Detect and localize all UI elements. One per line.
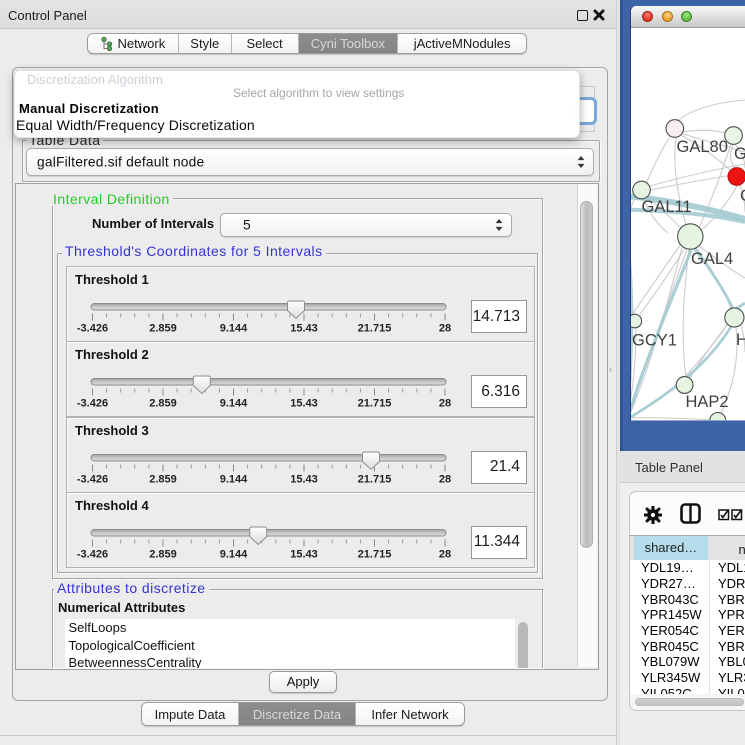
svg-text:2.859: 2.859 <box>149 323 177 335</box>
svg-text:21.715: 21.715 <box>358 473 392 485</box>
svg-text:15.43: 15.43 <box>290 548 318 560</box>
svg-text:GAL4: GAL4 <box>691 250 733 268</box>
svg-text:9.144: 9.144 <box>220 548 248 560</box>
svg-text:28: 28 <box>439 398 451 410</box>
svg-text:GCY1: GCY1 <box>632 332 677 350</box>
svg-text:GAL11: GAL11 <box>642 198 692 216</box>
svg-text:28: 28 <box>439 323 451 335</box>
svg-text:21.715: 21.715 <box>358 548 392 560</box>
svg-text:28: 28 <box>439 473 451 485</box>
svg-text:2.859: 2.859 <box>149 398 177 410</box>
svg-text:GAL80: GAL80 <box>677 138 728 156</box>
svg-text:28: 28 <box>439 548 451 560</box>
svg-text:9.144: 9.144 <box>220 473 248 485</box>
svg-text:2.859: 2.859 <box>149 473 177 485</box>
svg-text:15.43: 15.43 <box>290 323 318 335</box>
svg-text:15.43: 15.43 <box>290 473 318 485</box>
svg-text:21.715: 21.715 <box>358 323 392 335</box>
svg-text:HA: HA <box>736 331 745 349</box>
svg-text:-3.426: -3.426 <box>77 548 108 560</box>
svg-text:-3.426: -3.426 <box>77 323 108 335</box>
svg-text:C: C <box>740 187 745 205</box>
svg-text:2.859: 2.859 <box>149 548 177 560</box>
svg-text:15.43: 15.43 <box>290 398 318 410</box>
svg-text:-3.426: -3.426 <box>77 398 108 410</box>
svg-text:GA: GA <box>734 145 745 163</box>
svg-text:-3.426: -3.426 <box>77 473 108 485</box>
svg-text:21.715: 21.715 <box>358 398 392 410</box>
svg-text:9.144: 9.144 <box>220 323 248 335</box>
svg-text:HAP2: HAP2 <box>686 393 729 411</box>
svg-text:9.144: 9.144 <box>220 398 248 410</box>
